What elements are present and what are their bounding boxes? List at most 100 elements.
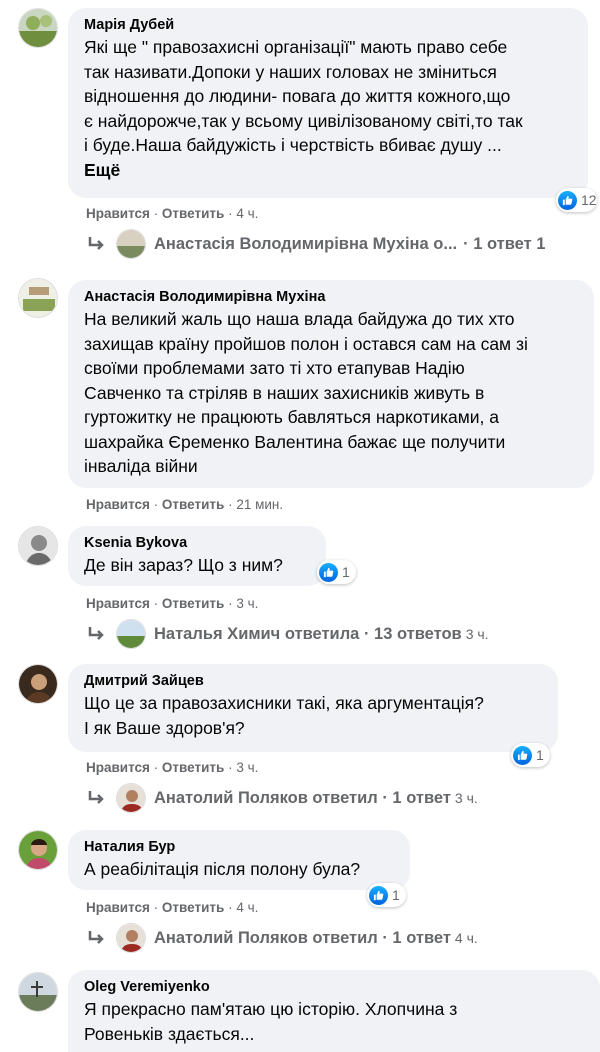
like-link[interactable]: Нравится — [86, 497, 150, 512]
text-line: Ровеньків здається... — [84, 1023, 255, 1044]
replies-time: 3 ч. — [454, 790, 478, 806]
separator: · — [224, 900, 237, 915]
comment-author[interactable]: Дмитрий Зайцев — [84, 672, 542, 691]
reaction-number: 1 — [392, 887, 400, 903]
reply-link[interactable]: Ответить — [162, 760, 224, 775]
text-line: своїми проблемами зато ті хто етапував Н… — [84, 358, 465, 378]
comment-actions: Нравится · Ответить · 4 ч. — [86, 900, 258, 916]
comment-author[interactable]: Oleg Veremiyenko — [84, 978, 584, 997]
text-line: Савченко та стріляв в наших захисників ж… — [84, 382, 485, 403]
reply-link[interactable]: Ответить — [162, 900, 224, 915]
like-link[interactable]: Нравится — [86, 206, 150, 221]
like-icon — [513, 745, 532, 765]
reply-link[interactable]: Ответить — [162, 497, 224, 512]
comment-author[interactable]: Наталия Бур — [84, 838, 394, 857]
text-line: так називати.Допоки у наших головах не з… — [84, 61, 497, 82]
text-line: гуртожитку не працюють бавляться наркоти… — [84, 407, 500, 427]
reply-arrow-icon — [88, 627, 104, 640]
reaction-number: 12 — [581, 192, 597, 208]
separator: · — [224, 206, 237, 221]
timestamp[interactable]: 3 ч. — [236, 596, 258, 611]
avatar[interactable] — [18, 278, 58, 318]
separator: · — [149, 900, 162, 915]
comment-text: На великий жаль що наша влада байдужа до… — [84, 307, 578, 479]
reaction-count[interactable]: 1 — [317, 560, 356, 584]
avatar[interactable] — [18, 830, 58, 870]
comment-actions: Нравится · Ответить · 3 ч. — [86, 596, 258, 612]
comment-author[interactable]: Ksenia Bykova — [84, 534, 310, 553]
reply-avatar — [116, 619, 146, 649]
see-more-link[interactable]: Ещё — [84, 158, 572, 182]
reaction-count[interactable]: 1 — [367, 883, 406, 907]
text-line: є найдорожче,так у всьому цивілізованому… — [84, 110, 523, 131]
replies-label: Анатолий Поляков ответил · 1 ответ — [154, 928, 451, 947]
reaction-number: 1 — [536, 747, 544, 763]
comment-actions: Нравится · Ответить · 21 мин. — [86, 497, 283, 513]
reply-avatar — [116, 229, 146, 259]
view-replies[interactable]: Анатолий Поляков ответил · 1 ответ 3 ч. — [86, 782, 478, 814]
comment-bubble: Ksenia Bykova Де він зараз? Що з ним? — [68, 526, 326, 586]
text-line: і буде.Наша байдужість і черствість вбив… — [84, 135, 502, 155]
text-line: Які ще " правозахисні організації" мають… — [84, 37, 508, 57]
comment-text: Де він зараз? Що з ним? — [84, 553, 310, 578]
comment-bubble: Анастасія Володимирівна Мухіна На велики… — [68, 280, 594, 488]
text-line: Що це за правозахисники такі, яка аргуме… — [84, 693, 484, 713]
reaction-number: 1 — [342, 564, 350, 580]
avatar[interactable] — [18, 526, 58, 566]
separator: · — [149, 206, 162, 221]
separator: · — [224, 596, 237, 611]
comment-bubble: Дмитрий Зайцев Що це за правозахисники т… — [68, 664, 558, 752]
comment-text: Що це за правозахисники такі, яка аргуме… — [84, 691, 542, 740]
like-icon — [369, 885, 388, 905]
comment-text: А реабілітація після полону була? — [84, 857, 394, 882]
text-line: На великий жаль що наша влада байдужа до… — [84, 309, 515, 329]
separator: · — [149, 760, 162, 775]
reply-arrow-icon — [88, 931, 104, 944]
timestamp[interactable]: 3 ч. — [236, 760, 258, 775]
text-line: І як Ваше здоров'я? — [84, 717, 245, 738]
comment-actions: Нравится · Ответить · 4 ч. — [86, 206, 258, 222]
like-link[interactable]: Нравится — [86, 900, 150, 915]
timestamp[interactable]: 4 ч. — [236, 900, 258, 915]
view-replies[interactable]: Наталья Химич ответила · 13 ответов 3 ч. — [86, 618, 489, 650]
view-replies[interactable]: Анастасія Володимирівна Мухіна о... · 1 … — [86, 228, 545, 260]
reply-link[interactable]: Ответить — [162, 206, 224, 221]
avatar[interactable] — [18, 972, 58, 1012]
avatar[interactable] — [18, 8, 58, 48]
like-link[interactable]: Нравится — [86, 760, 150, 775]
reply-avatar — [116, 923, 146, 953]
text-line: Де він зараз? Що з ним? — [84, 555, 283, 575]
reaction-count[interactable]: 12 — [556, 188, 597, 212]
text-line: шахрайка Єременко Валентина бажає ще пол… — [84, 431, 506, 452]
text-line: захищав країну пройшов полон і остався с… — [84, 333, 528, 354]
replies-label: Анастасія Володимирівна Мухіна о... — [154, 234, 458, 253]
reaction-count[interactable]: 1 — [511, 743, 550, 767]
timestamp[interactable]: 4 ч. — [236, 206, 258, 221]
avatar[interactable] — [18, 664, 58, 704]
comment-text: Я прекрасно пам'ятаю цю історію. Хлопчин… — [84, 997, 584, 1046]
like-link[interactable]: Нравится — [86, 596, 150, 611]
comment-bubble: Наталия Бур А реабілітація після полону … — [68, 830, 410, 890]
replies-time: 4 ч. — [454, 930, 478, 946]
separator: · — [149, 497, 162, 512]
timestamp[interactable]: 21 мин. — [236, 497, 283, 512]
replies-count: · 1 ответ 1 — [463, 234, 546, 253]
replies-label: Наталья Химич ответила · 13 ответов — [154, 624, 462, 643]
separator: · — [149, 596, 162, 611]
comment-actions: Нравится · Ответить · 3 ч. — [86, 760, 258, 776]
comment-author[interactable]: Марія Дубей — [84, 16, 572, 35]
separator: · — [224, 760, 237, 775]
text-line: інваліда війни — [84, 456, 198, 476]
comment-bubble: Марія Дубей Які ще " правозахисні органі… — [68, 8, 588, 198]
text-line: Я прекрасно пам'ятаю цю історію. Хлопчин… — [84, 999, 458, 1019]
replies-time: 3 ч. — [465, 626, 489, 642]
reply-link[interactable]: Ответить — [162, 596, 224, 611]
reply-arrow-icon — [88, 237, 104, 250]
text-line: відношення до людини- повага до життя ко… — [84, 86, 511, 106]
like-icon — [319, 562, 338, 582]
view-replies[interactable]: Анатолий Поляков ответил · 1 ответ 4 ч. — [86, 922, 478, 954]
reply-arrow-icon — [88, 791, 104, 804]
text-line: А реабілітація після полону була? — [84, 859, 361, 879]
separator: · — [224, 497, 237, 512]
comment-author[interactable]: Анастасія Володимирівна Мухіна — [84, 288, 578, 307]
